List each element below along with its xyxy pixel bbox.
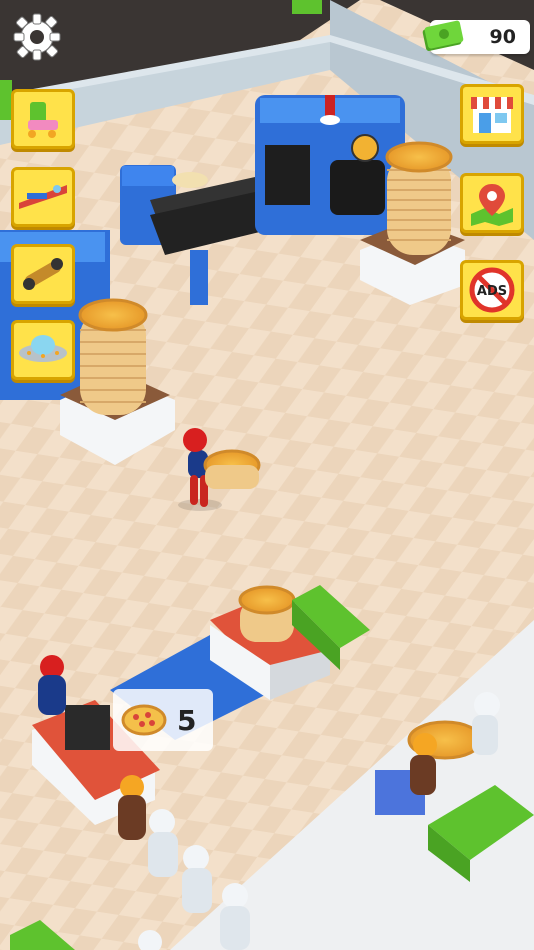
shop-icon [471, 97, 513, 133]
counter-pizza-count: 5 [113, 689, 213, 751]
map-button[interactable] [460, 173, 524, 233]
hoverboard-icon [23, 258, 63, 290]
gear-icon [13, 13, 61, 61]
pizza-icon [121, 704, 167, 736]
hoverboard-button[interactable] [11, 244, 75, 304]
no-ads-label: ADS [477, 284, 507, 299]
cash-icon [422, 20, 464, 51]
pizza-count-value: 5 [177, 703, 197, 737]
hoverboard-sled-button[interactable] [11, 167, 75, 227]
ufo-button[interactable] [11, 320, 75, 380]
shop-button[interactable] [460, 84, 524, 144]
no-ads-icon: ADS [469, 267, 515, 313]
money-counter: 90 [422, 20, 530, 54]
map-pin-icon [471, 184, 513, 226]
no-ads-button[interactable]: ADS [460, 260, 524, 320]
hoverboard-sled-icon [19, 185, 67, 209]
roller-skates-icon [28, 102, 58, 138]
green-plant [292, 0, 322, 14]
roller-skates-button[interactable] [11, 89, 75, 149]
counter-pizza-stack [238, 585, 296, 642]
settings-button[interactable] [12, 12, 62, 62]
cashier-character [38, 655, 66, 715]
game-scene [0, 0, 534, 950]
money-value: 90 [489, 26, 516, 48]
ufo-icon [19, 335, 67, 362]
